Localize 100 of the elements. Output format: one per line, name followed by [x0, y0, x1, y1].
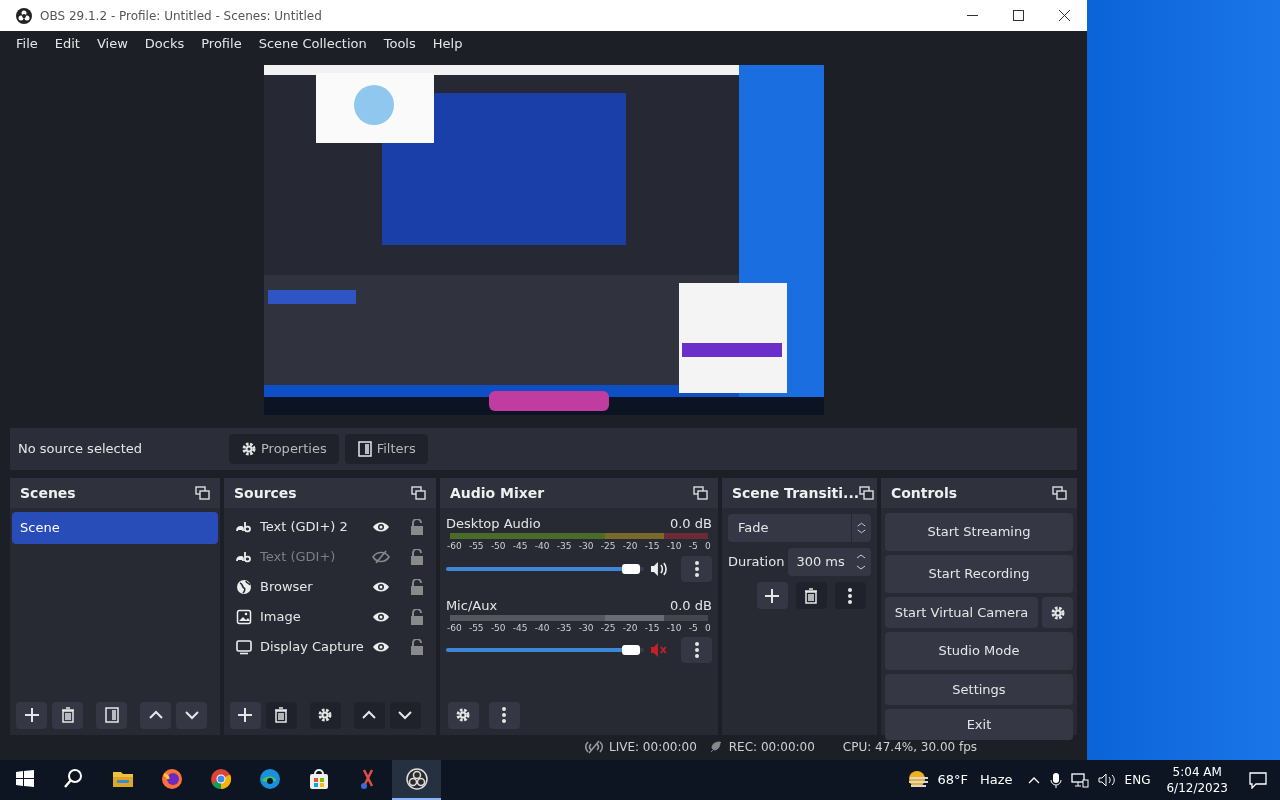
- padlock-icon[interactable]: [409, 639, 424, 655]
- scale-label: -30: [578, 621, 594, 635]
- control-button[interactable]: Studio Mode: [884, 632, 1073, 670]
- undock-icon: [1052, 486, 1067, 500]
- add-button[interactable]: [16, 701, 47, 729]
- more-options-button[interactable]: [681, 637, 712, 663]
- network-icon[interactable]: [1070, 772, 1089, 788]
- speaker-icon[interactable]: [649, 560, 668, 577]
- taskbar-app-button[interactable]: [392, 760, 441, 800]
- menu-item[interactable]: File: [8, 33, 46, 54]
- menu-item[interactable]: View: [88, 33, 136, 54]
- scale-label: -10: [666, 621, 682, 635]
- properties-button[interactable]: Properties: [229, 434, 339, 464]
- window-title: OBS 29.1.2 - Profile: Untitled - Scenes: Untitled: [40, 7, 322, 25]
- move-up-button[interactable]: [353, 701, 385, 729]
- padlock-icon[interactable]: [409, 519, 424, 535]
- scale-label: -15: [644, 621, 660, 635]
- more-options-icon: [693, 641, 700, 659]
- obs-icon: [404, 767, 429, 791]
- undock-button[interactable]: [692, 486, 708, 500]
- volume-slider[interactable]: [445, 643, 644, 657]
- control-button[interactable]: Settings: [884, 674, 1073, 705]
- virtual-camera-settings-button[interactable]: [1042, 597, 1073, 628]
- source-item[interactable]: Browser: [259, 577, 364, 597]
- remove-button[interactable]: [265, 701, 297, 729]
- advanced-audio-button[interactable]: [447, 701, 479, 729]
- globe-icon: [235, 579, 252, 595]
- source-item[interactable]: Text (GDI+) 2: [259, 517, 364, 537]
- menu-item[interactable]: Scene Collection: [250, 33, 375, 54]
- message-icon: [1249, 771, 1267, 789]
- move-up-button[interactable]: [140, 701, 171, 729]
- gear-icon: [241, 441, 257, 457]
- more-options-icon: [693, 559, 700, 578]
- language-indicator[interactable]: ENG: [1124, 771, 1151, 789]
- remove-button[interactable]: [795, 582, 827, 609]
- rec-timer: REC: 00:00:00: [728, 738, 815, 756]
- padlock-icon[interactable]: [409, 609, 424, 625]
- undock-button[interactable]: [410, 486, 426, 500]
- weather-label: Haze: [980, 771, 1013, 790]
- padlock-icon[interactable]: [409, 549, 424, 565]
- muted-speaker-icon[interactable]: [649, 642, 668, 658]
- maximize-icon: [1010, 8, 1026, 23]
- microphone-icon[interactable]: [1049, 772, 1062, 788]
- menu-item[interactable]: Help: [424, 33, 471, 54]
- slider-thumb[interactable]: [621, 645, 640, 655]
- clock[interactable]: 5:04 AM 6/12/2023: [1166, 764, 1228, 796]
- menu-item[interactable]: Docks: [136, 33, 193, 54]
- scale-label: -30: [578, 540, 594, 553]
- scale-label: -10: [666, 540, 682, 553]
- slider-thumb[interactable]: [621, 563, 640, 574]
- menu-item[interactable]: Profile: [193, 33, 250, 54]
- menu-item[interactable]: Edit: [46, 33, 88, 54]
- panel-title: Controls: [890, 483, 958, 503]
- control-button[interactable]: Start Recording: [884, 555, 1073, 593]
- move-down-button[interactable]: [389, 701, 421, 729]
- filters-button[interactable]: Filters: [344, 434, 428, 464]
- eye-slash-icon[interactable]: [371, 549, 390, 565]
- monitor-icon: [235, 639, 252, 655]
- minimize-icon: [966, 15, 978, 16]
- padlock-icon[interactable]: [409, 579, 424, 595]
- scale-label: -45: [512, 540, 528, 553]
- scene-item[interactable]: Scene: [12, 512, 218, 544]
- scale-label: -35: [556, 540, 572, 553]
- cpu-usage: CPU: 47.4%, 30.00 fps: [842, 738, 978, 756]
- advanced-audio-icon: [455, 707, 472, 723]
- settings-icon: [317, 707, 334, 723]
- remove-button[interactable]: [52, 701, 83, 729]
- volume-reading: 0.0 dB: [669, 515, 712, 531]
- source-item[interactable]: Display Capture: [259, 637, 364, 657]
- firefox-icon: [159, 767, 184, 791]
- add-button[interactable]: [229, 701, 261, 729]
- settings-button[interactable]: [309, 701, 341, 729]
- control-button[interactable]: Start Virtual Camera: [884, 597, 1038, 628]
- add-icon: [764, 587, 781, 604]
- remove-icon: [59, 707, 76, 723]
- chrome-icon: [208, 767, 233, 791]
- app-logo-icon: [16, 7, 32, 24]
- menu-item[interactable]: Tools: [375, 33, 424, 54]
- control-button[interactable]: Start Streaming: [884, 513, 1073, 551]
- undock-button[interactable]: [859, 486, 875, 500]
- source-item[interactable]: Image: [259, 607, 364, 627]
- move-down-button[interactable]: [176, 701, 207, 729]
- add-button[interactable]: [756, 582, 788, 609]
- volume-slider[interactable]: [445, 561, 644, 576]
- source-item[interactable]: Text (GDI+): [259, 547, 364, 567]
- undock-icon: [194, 486, 210, 500]
- status-label: No source selected: [18, 440, 143, 459]
- undock-button[interactable]: [1052, 486, 1067, 500]
- control-button[interactable]: Exit: [884, 709, 1073, 740]
- image-icon: [235, 609, 252, 625]
- transition-dropdown[interactable]: Fade: [727, 514, 871, 542]
- channel-name: Mic/Aux: [445, 596, 498, 613]
- duration-spinbox[interactable]: 300 ms: [788, 548, 871, 576]
- undock-button[interactable]: [194, 486, 210, 500]
- more-options-button[interactable]: [488, 701, 520, 729]
- filters-icon: [103, 707, 120, 723]
- more-options-button[interactable]: [681, 555, 712, 582]
- volume-icon[interactable]: [1097, 772, 1116, 788]
- filters-button[interactable]: [96, 701, 127, 729]
- more-options-button[interactable]: [834, 582, 866, 609]
